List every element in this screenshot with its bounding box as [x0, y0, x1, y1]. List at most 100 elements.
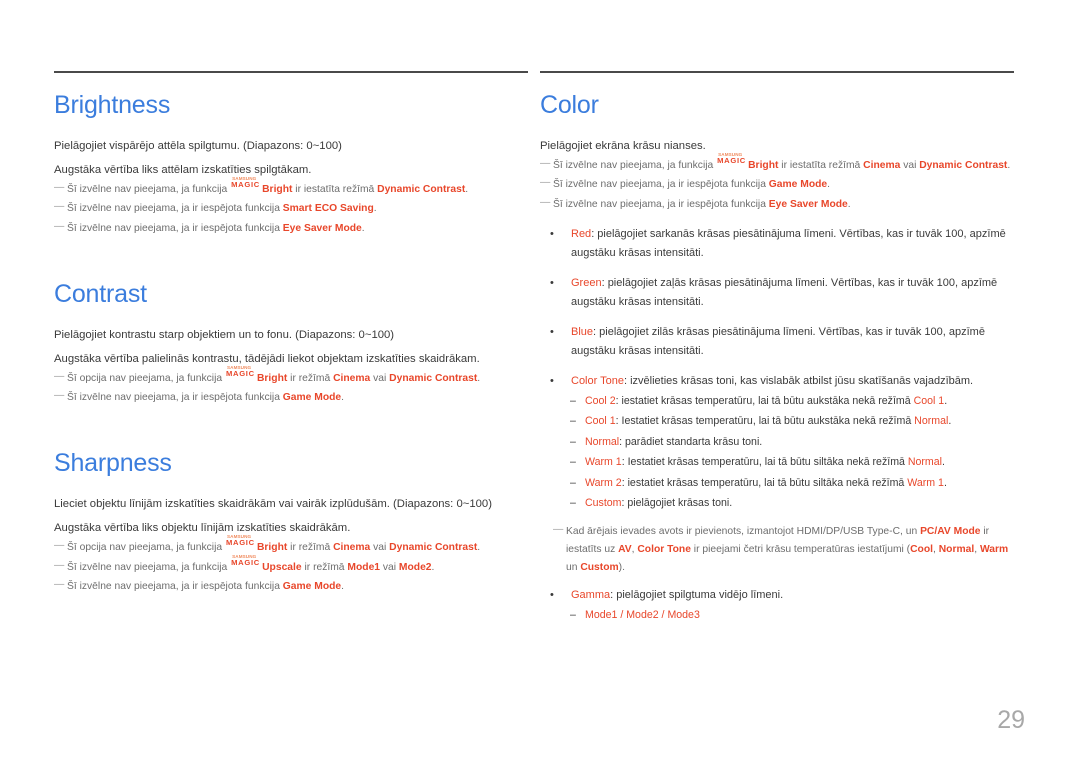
- sub-dash-icon: –: [570, 476, 576, 489]
- magic-wordmark: MAGIC: [231, 180, 260, 189]
- magic-suffix-label: Bright: [256, 542, 288, 554]
- value-pc-av-mode: PC/AV Mode: [920, 525, 981, 537]
- color-note-3: — Šī izvēlne nav pieejama, ja ir iespējot…: [540, 196, 1014, 214]
- bullet-dot-icon: •: [550, 227, 554, 240]
- value-cinema: Cinema: [333, 372, 371, 384]
- magic-wordmark: MAGIC: [717, 156, 746, 165]
- ref-normal: Normal: [907, 456, 942, 469]
- section-divider-brightness: [54, 71, 528, 73]
- note-dash-icon: —: [54, 220, 65, 232]
- magic-suffix-label: Bright: [748, 160, 779, 171]
- left-column: Brightness Pielāgojiet vispārējo attēla …: [54, 0, 528, 596]
- value-color-tone: Color Tone: [637, 544, 691, 556]
- value-game-mode: Game Mode: [768, 179, 828, 191]
- term-cool-1: Cool 1: [585, 415, 616, 428]
- pcav-mode-note: — Kad ārējais ievades avots ir pievienots…: [540, 523, 1014, 578]
- value-smart-eco-saving: Smart ECO Saving: [282, 203, 374, 215]
- list-item-warm-1: – Warm 1: Iestatiet krāsas temperatūru, l…: [540, 453, 1014, 473]
- value-dynamic-contrast: Dynamic Contrast: [377, 184, 466, 195]
- brightness-description-2: Augstāka vērtība liks attēlam izskatītie…: [54, 164, 312, 176]
- value-cinema: Cinema: [333, 542, 371, 554]
- value-cool: Cool: [910, 544, 933, 556]
- sharpness-note-2: — Šī izvēlne nav pieejama, ja funkcija SA…: [54, 554, 528, 577]
- note-dash-icon: —: [54, 201, 65, 213]
- brightness-description-1: Pielāgojiet vispārējo attēla spilgtumu. …: [54, 140, 342, 152]
- list-item-red: • Red: pielāgojiet sarkanās krāsas piesāt…: [540, 225, 1014, 263]
- list-item-custom: – Custom: pielāgojiet krāsas toni.: [540, 494, 1014, 514]
- term-color-tone: Color Tone: [571, 374, 624, 387]
- term-green: Green: [571, 276, 602, 289]
- sub-dash-icon: –: [570, 608, 576, 621]
- value-dynamic-contrast: Dynamic Contrast: [389, 372, 478, 384]
- list-item-warm-2: – Warm 2: iestatiet krāsas temperatūru, l…: [540, 474, 1014, 494]
- manual-page: Brightness Pielāgojiet vispārējo attēla …: [0, 0, 1080, 763]
- sharpness-description-1: Lieciet objektu līnijām izskatīties skai…: [54, 498, 492, 511]
- sharpness-note-1: — Šī opcija nav pieejama, ja funkcija SAM…: [54, 534, 528, 557]
- value-dynamic-contrast: Dynamic Contrast: [389, 542, 478, 554]
- brightness-note-3: — Šī izvēlne nav pieejama, ja ir iespējot…: [54, 220, 528, 238]
- value-warm: Warm: [979, 544, 1009, 556]
- color-note-2: — Šī izvēlne nav pieejama, ja ir iespējot…: [540, 176, 1014, 194]
- note-dash-icon: —: [540, 158, 551, 169]
- note-dash-icon: —: [540, 177, 551, 189]
- ref-normal: Normal: [914, 415, 949, 428]
- value-eye-saver-mode: Eye Saver Mode: [768, 198, 848, 210]
- bullet-dot-icon: •: [550, 374, 554, 387]
- sub-dash-icon: –: [570, 394, 576, 407]
- note-dash-icon: —: [553, 523, 564, 535]
- note-dash-icon: —: [54, 579, 65, 591]
- brightness-note-2: — Šī izvēlne nav pieejama, ja ir iespējot…: [54, 200, 528, 218]
- magic-suffix-label: Bright: [262, 184, 293, 195]
- sub-dash-icon: –: [570, 456, 576, 469]
- magic-suffix-label: Upscale: [262, 561, 302, 573]
- magic-wordmark: MAGIC: [225, 538, 255, 548]
- value-game-mode: Game Mode: [282, 581, 342, 593]
- list-item-green: • Green: pielāgojiet zaļās krāsas piesāti…: [540, 274, 1014, 312]
- list-item-normal: – Normal: parādiet standarta krāsu toni.: [540, 433, 1014, 453]
- bullet-dot-icon: •: [550, 325, 554, 338]
- note-dash-icon: —: [54, 370, 65, 382]
- bullet-dot-icon: •: [550, 588, 554, 601]
- note-dash-icon: —: [54, 390, 65, 402]
- brightness-note-1: — Šī izvēlne nav pieejama, ja funkcija SA…: [54, 176, 528, 199]
- value-normal: Normal: [938, 544, 975, 556]
- samsung-magic-logo: SAMSUNG MAGIC: [717, 152, 748, 169]
- page-number: 29: [997, 706, 1025, 734]
- list-item-cool-2: – Cool 2: iestatiet krāsas temperatūru, l…: [540, 392, 1014, 412]
- contrast-note-1: — Šī opcija nav pieejama, ja funkcija SAM…: [54, 365, 528, 388]
- sharpness-note-3: — Šī izvēlne nav pieejama, ja ir iespējot…: [54, 578, 528, 596]
- note-dash-icon: —: [540, 196, 551, 208]
- samsung-magic-logo: SAMSUNG MAGIC: [231, 554, 262, 571]
- sub-dash-icon: –: [570, 497, 576, 510]
- section-sharpness: Sharpness Lieciet objektu līnijām izskat…: [54, 449, 528, 596]
- contrast-description-1: Pielāgojiet kontrastu starp objektiem un…: [54, 328, 395, 341]
- list-item-gamma: • Gamma: pielāgojiet spilgtuma vidējo līm…: [540, 586, 1014, 605]
- ref-cool-1: Cool 1: [913, 394, 945, 407]
- page-title-brightness: Brightness: [54, 91, 171, 119]
- sub-dash-icon: –: [570, 415, 576, 428]
- samsung-magic-logo: SAMSUNG MAGIC: [231, 176, 262, 193]
- term-gamma: Gamma: [571, 588, 611, 601]
- value-eye-saver-mode: Eye Saver Mode: [282, 222, 362, 234]
- note-dash-icon: —: [54, 559, 65, 571]
- samsung-magic-logo: SAMSUNG MAGIC: [226, 365, 257, 382]
- section-divider-color: [540, 71, 1014, 73]
- term-warm-2: Warm 2: [585, 476, 622, 489]
- note-dash-icon: —: [54, 182, 65, 193]
- term-custom: Custom: [585, 497, 622, 510]
- magic-wordmark: MAGIC: [231, 557, 260, 567]
- term-cool-2: Cool 2: [585, 394, 616, 407]
- list-item-blue: • Blue: pielāgojiet zilās krāsas piesātin…: [540, 323, 1014, 361]
- value-custom: Custom: [580, 562, 619, 574]
- page-title-contrast: Contrast: [54, 279, 147, 308]
- section-color: Color Pielāgojiet ekrāna krāsu nianses. …: [540, 91, 1014, 625]
- magic-suffix-label: Bright: [256, 372, 288, 384]
- contrast-description-2: Augstāka vērtība palielinās kontrastu, t…: [54, 352, 480, 365]
- term-blue: Blue: [571, 325, 594, 338]
- list-item-color-tone: • Color Tone: izvēlieties krāsas toni, ka…: [540, 372, 1014, 391]
- contrast-note-2: — Šī izvēlne nav pieejama, ja ir iespējot…: [54, 389, 528, 407]
- section-contrast: Contrast Pielāgojiet kontrastu starp obj…: [54, 280, 528, 408]
- section-brightness: Brightness Pielāgojiet vispārējo attēla …: [54, 91, 528, 238]
- note-dash-icon: —: [54, 540, 65, 552]
- value-cinema: Cinema: [863, 160, 901, 171]
